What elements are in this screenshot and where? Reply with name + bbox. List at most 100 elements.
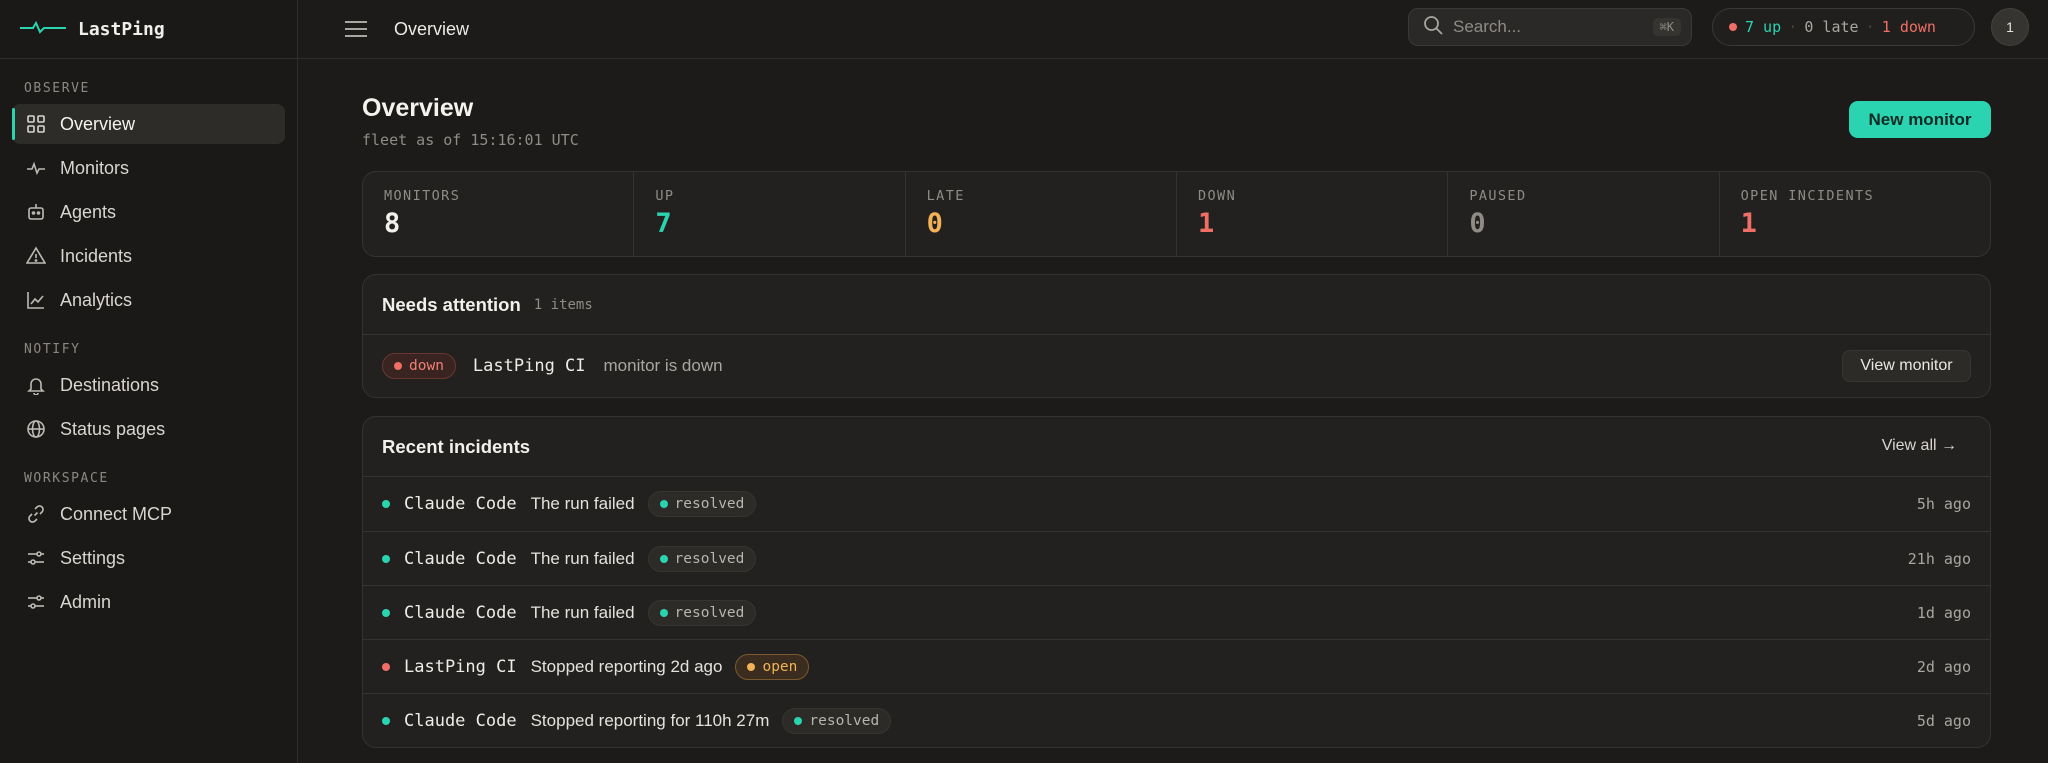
stat-open-incidents: OPEN INCIDENTS 1 [1720, 172, 1990, 256]
incident-time: 1d ago [1916, 603, 1971, 622]
separator: · [1789, 20, 1797, 34]
badge-label: down [409, 358, 444, 374]
stat-value: 1 [1740, 208, 1757, 239]
status-dot [1729, 23, 1737, 31]
nav-section-workspace: WORKSPACE [24, 471, 109, 486]
pulse-logo-icon [20, 20, 66, 39]
attention-count: 1 items [533, 296, 593, 313]
table-row[interactable]: Claude Code The run failed resolved 1d a… [363, 585, 1990, 639]
brand[interactable]: LastPing [0, 0, 297, 59]
status-dot [747, 662, 756, 671]
sidebar-item-settings[interactable]: Settings [12, 538, 285, 578]
status-dot [659, 500, 668, 508]
incident-time: 2d ago [1916, 657, 1971, 676]
needs-attention-card: Needs attention 1 items down LastPing CI… [362, 274, 1991, 398]
stat-up: UP 7 [634, 172, 906, 256]
table-row[interactable]: Claude Code The run failed resolved 21h … [363, 531, 1990, 585]
incident-monitor: Claude Code [404, 494, 517, 514]
separator: · [1866, 20, 1874, 34]
card-title: Recent incidents [382, 435, 531, 457]
warning-icon [26, 246, 46, 266]
status-badge: resolved [647, 599, 757, 626]
stat-value: 0 [926, 208, 943, 239]
status-badge: open [735, 653, 810, 680]
view-all-link[interactable]: View all → [1882, 437, 1957, 455]
table-row[interactable]: LastPing CI Stopped reporting 2d ago ope… [363, 639, 1990, 693]
status-down: 1 down [1881, 18, 1936, 36]
incident-monitor: Claude Code [404, 710, 517, 731]
fleet-status-pill[interactable]: 7 up · 0 late · 1 down [1712, 8, 1975, 46]
sidebar-item-label: Connect MCP [60, 503, 173, 524]
new-monitor-button[interactable]: New monitor [1849, 101, 1991, 138]
globe-icon [26, 419, 46, 439]
status-dot [382, 608, 390, 617]
sidebar-item-analytics[interactable]: Analytics [12, 280, 285, 320]
sidebar-item-destinations[interactable]: Destinations [12, 365, 285, 405]
sidebar-item-label: Analytics [60, 289, 133, 310]
pulse-icon [26, 158, 46, 178]
incident-monitor: Claude Code [404, 548, 517, 569]
card-header: Recent incidents View all → [363, 417, 1990, 477]
sidebar-item-agents[interactable]: Agents [12, 192, 285, 232]
sidebar-item-overview[interactable]: Overview [12, 104, 285, 144]
stat-label: OPEN INCIDENTS [1740, 188, 1875, 204]
search-icon [1423, 15, 1443, 40]
stat-value: 1 [1197, 208, 1215, 239]
page-subtitle: fleet as of 15:16:01 UTC [362, 131, 579, 149]
recent-incidents-card: Recent incidents View all → Claude Code … [362, 416, 1991, 748]
status-dot [394, 362, 402, 370]
stat-value: 7 [655, 208, 672, 239]
sidebar-item-label: Monitors [60, 157, 130, 178]
incident-time: 5h ago [1916, 495, 1971, 513]
stat-late: LATE 0 [906, 172, 1177, 256]
stat-monitors: MONITORS 8 [363, 172, 635, 256]
avatar[interactable]: 1 [1991, 8, 2029, 46]
sidebar-item-monitors[interactable]: Monitors [12, 148, 285, 188]
sidebar-item-connect-mcp[interactable]: Connect MCP [12, 494, 285, 534]
card-header: Needs attention 1 items [363, 275, 1990, 335]
app-name: LastPing [78, 18, 165, 40]
incident-message: The run failed [530, 494, 635, 513]
sidebar: LastPing OBSERVE Overview Monitors Agent… [0, 0, 298, 763]
table-row[interactable]: Claude Code The run failed resolved 5h a… [363, 477, 1990, 531]
breadcrumb: Overview [394, 18, 470, 39]
incident-message: Stopped reporting for 110h 27m [530, 710, 770, 730]
menu-icon[interactable] [344, 17, 368, 41]
table-row[interactable]: Claude Code Stopped reporting for 110h 2… [363, 693, 1990, 747]
status-up: 7 up [1745, 18, 1782, 36]
sidebar-item-status-pages[interactable]: Status pages [12, 409, 285, 449]
top-bar: Overview Search... ⌘K 7 up · 0 late · 1 … [298, 0, 2048, 59]
sidebar-item-admin[interactable]: Admin [12, 582, 285, 622]
badge-label: open [762, 658, 798, 675]
sidebar-item-incidents[interactable]: Incidents [12, 236, 285, 276]
status-dot [794, 716, 803, 725]
grid-icon [26, 114, 46, 134]
incident-time: 21h ago [1907, 549, 1971, 568]
badge-label: resolved [809, 712, 880, 729]
status-badge: resolved [647, 545, 757, 572]
stat-paused: PAUSED 0 [1448, 172, 1720, 256]
sidebar-item-label: Overview [60, 113, 136, 134]
incident-list: Claude Code The run failed resolved 5h a… [363, 477, 1990, 747]
incident-message: Stopped reporting 2d ago [530, 656, 723, 676]
attention-message: monitor is down [603, 356, 723, 375]
search-placeholder: Search... [1453, 17, 1522, 36]
chart-line-icon [26, 290, 46, 310]
status-badge: down [382, 353, 456, 379]
stat-value: 0 [1469, 208, 1486, 239]
card-title: Needs attention [382, 293, 521, 315]
monitor-name: LastPing CI [472, 356, 586, 376]
status-dot [382, 662, 390, 671]
sidebar-item-label: Admin [60, 591, 112, 612]
sidebar-item-label: Destinations [60, 374, 160, 395]
view-monitor-button[interactable]: View monitor [1842, 350, 1971, 382]
sliders-icon [26, 548, 46, 568]
search-input[interactable]: Search... ⌘K [1408, 8, 1692, 46]
status-dot [659, 608, 668, 617]
badge-label: resolved [674, 496, 745, 512]
link-icon [26, 504, 46, 524]
status-late: 0 late [1804, 18, 1859, 36]
status-dot [382, 716, 390, 725]
bell-icon [26, 375, 46, 395]
sidebar-item-label: Status pages [60, 418, 166, 439]
